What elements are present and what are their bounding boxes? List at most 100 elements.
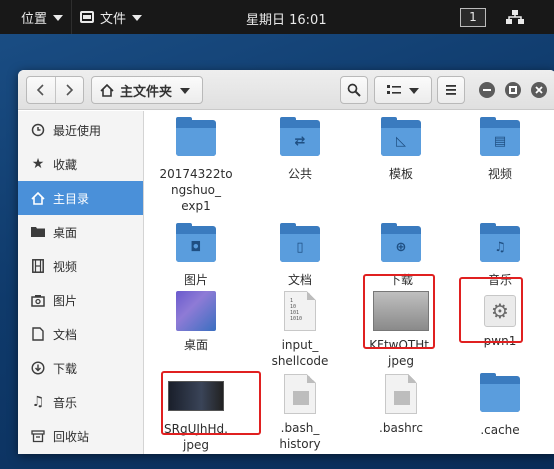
sidebar-item-downloads[interactable]: 下载 — [18, 351, 143, 385]
search-button[interactable] — [340, 76, 368, 104]
file-item[interactable]: .cache — [452, 373, 548, 438]
file-item[interactable]: ◺ 模板 — [353, 117, 449, 182]
hamburger-icon — [446, 85, 456, 95]
sidebar-item-label: 收藏 — [53, 157, 78, 172]
folder-pictures-icon: ◘ — [176, 223, 216, 262]
folder-documents-icon: ▯ — [280, 223, 320, 262]
list-view-icon — [387, 85, 401, 94]
folder-icon — [480, 373, 520, 412]
sidebar-item-home[interactable]: 主目录 — [18, 181, 143, 215]
file-item[interactable]: ▯ 文档 — [252, 223, 348, 288]
file-name: .cache — [480, 423, 520, 437]
sidebar-item-starred[interactable]: ★ 收藏 — [18, 147, 143, 181]
sidebar-item-label: 回收站 — [53, 429, 90, 444]
sidebar-item-recent[interactable]: 最近使用 — [18, 113, 143, 147]
folder-share-icon: ⇄ — [280, 117, 320, 156]
file-item[interactable]: ◘ 图片 — [148, 223, 244, 288]
places-menu[interactable]: 位置 — [0, 0, 71, 34]
file-name: 桌面 — [183, 338, 208, 352]
text-file-icon — [284, 374, 316, 414]
sidebar-item-desktop[interactable]: 桌面 — [18, 215, 143, 249]
download-icon — [31, 361, 45, 375]
sidebar-item-label: 音乐 — [53, 395, 78, 410]
chevron-right-icon — [66, 84, 74, 96]
sidebar-item-label: 主目录 — [53, 191, 90, 206]
file-name: 视频 — [487, 167, 512, 181]
file-item[interactable]: ⇄ 公共 — [252, 117, 348, 182]
folder-icon — [31, 225, 45, 239]
file-item[interactable]: 20174322to ngshuo_ exp1 — [148, 117, 244, 214]
forward-button[interactable] — [55, 77, 83, 103]
file-item[interactable]: ▤ 视频 — [452, 117, 548, 182]
chevron-down-icon — [132, 15, 143, 21]
sidebar-item-documents[interactable]: 文档 — [18, 317, 143, 351]
image-icon — [31, 293, 45, 307]
close-icon — [535, 86, 543, 94]
film-icon — [31, 259, 45, 273]
navigation-buttons — [26, 76, 84, 104]
back-button[interactable] — [27, 77, 55, 103]
folder-template-icon: ◺ — [381, 117, 421, 156]
sidebar-item-trash[interactable]: 回收站 — [18, 419, 143, 453]
folder-video-icon: ▤ — [480, 117, 520, 156]
top-bar: 位置 文件 星期日 16:01 1 — [0, 0, 554, 34]
file-name: .bashrc — [379, 421, 423, 435]
location-label: 主文件夹 — [120, 84, 173, 100]
file-name: 模板 — [388, 167, 413, 181]
text-file-icon — [385, 374, 417, 414]
file-item[interactable]: .bash_ history — [252, 374, 348, 452]
sidebar-item-label: 视频 — [53, 259, 78, 274]
app-menu-button[interactable] — [437, 76, 465, 104]
minimize-button[interactable] — [479, 82, 495, 98]
files-menu[interactable]: 文件 — [72, 0, 150, 34]
sidebar: 最近使用 ★ 收藏 主目录 桌面 视频 图片 文档 下载 ♫ 音乐 回收站 — [18, 111, 144, 454]
star-icon: ★ — [31, 156, 45, 172]
view-options-button[interactable] — [374, 76, 432, 104]
file-manager-window: 主文件夹 最近使用 ★ 收藏 主目录 桌面 视频 图片 文档 下载 ♫ 音乐 回… — [18, 70, 554, 454]
maximize-icon — [509, 86, 517, 94]
file-grid: 20174322to ngshuo_ exp1 ⇄ 公共 ◺ 模板 ▤ 视频 ◘… — [145, 111, 554, 454]
sidebar-item-videos[interactable]: 视频 — [18, 249, 143, 283]
document-icon — [31, 327, 45, 341]
folder-music-icon: ♫ — [480, 223, 520, 262]
location-button[interactable]: 主文件夹 — [91, 76, 203, 104]
sidebar-item-label: 下载 — [53, 361, 78, 376]
file-name: input_ shellcode — [271, 338, 329, 368]
header-bar: 主文件夹 — [18, 70, 554, 110]
file-item[interactable]: 1 10 101 1010 input_ shellcode — [252, 291, 348, 369]
file-name: .bash_ history — [279, 421, 321, 451]
maximize-button[interactable] — [505, 82, 521, 98]
folder-icon — [176, 117, 216, 156]
files-menu-label: 文件 — [100, 11, 127, 27]
clock[interactable]: 星期日 16:01 — [246, 9, 327, 28]
music-icon: ♫ — [31, 394, 45, 410]
files-app-icon — [80, 11, 95, 23]
folder-download-icon: ⊕ — [381, 223, 421, 262]
clock-icon — [31, 123, 45, 137]
file-item[interactable]: .bashrc — [353, 374, 449, 436]
file-name: 20174322to ngshuo_ exp1 — [159, 167, 233, 213]
binary-file-icon: 1 10 101 1010 — [284, 291, 316, 331]
workspace-indicator[interactable]: 1 — [460, 8, 486, 27]
sidebar-item-label: 桌面 — [53, 225, 78, 240]
desktop-thumbnail — [176, 291, 216, 331]
close-button[interactable] — [531, 82, 547, 98]
chevron-down-icon — [409, 88, 419, 94]
network-icon[interactable] — [505, 9, 525, 25]
file-name: 公共 — [287, 167, 312, 181]
file-name: 图片 — [183, 273, 208, 287]
trash-icon — [31, 429, 45, 443]
sidebar-item-label: 最近使用 — [53, 123, 102, 138]
home-icon — [31, 191, 45, 205]
highlight-box — [161, 371, 261, 435]
chevron-down-icon — [53, 15, 64, 21]
search-icon — [347, 83, 361, 97]
file-item[interactable]: 桌面 — [148, 291, 244, 353]
sidebar-item-label: 文档 — [53, 327, 78, 342]
highlight-box — [363, 274, 435, 349]
sidebar-item-label: 图片 — [53, 293, 78, 308]
sidebar-item-music[interactable]: ♫ 音乐 — [18, 385, 143, 419]
sidebar-item-pictures[interactable]: 图片 — [18, 283, 143, 317]
home-icon — [100, 83, 114, 97]
places-menu-label: 位置 — [21, 11, 48, 27]
